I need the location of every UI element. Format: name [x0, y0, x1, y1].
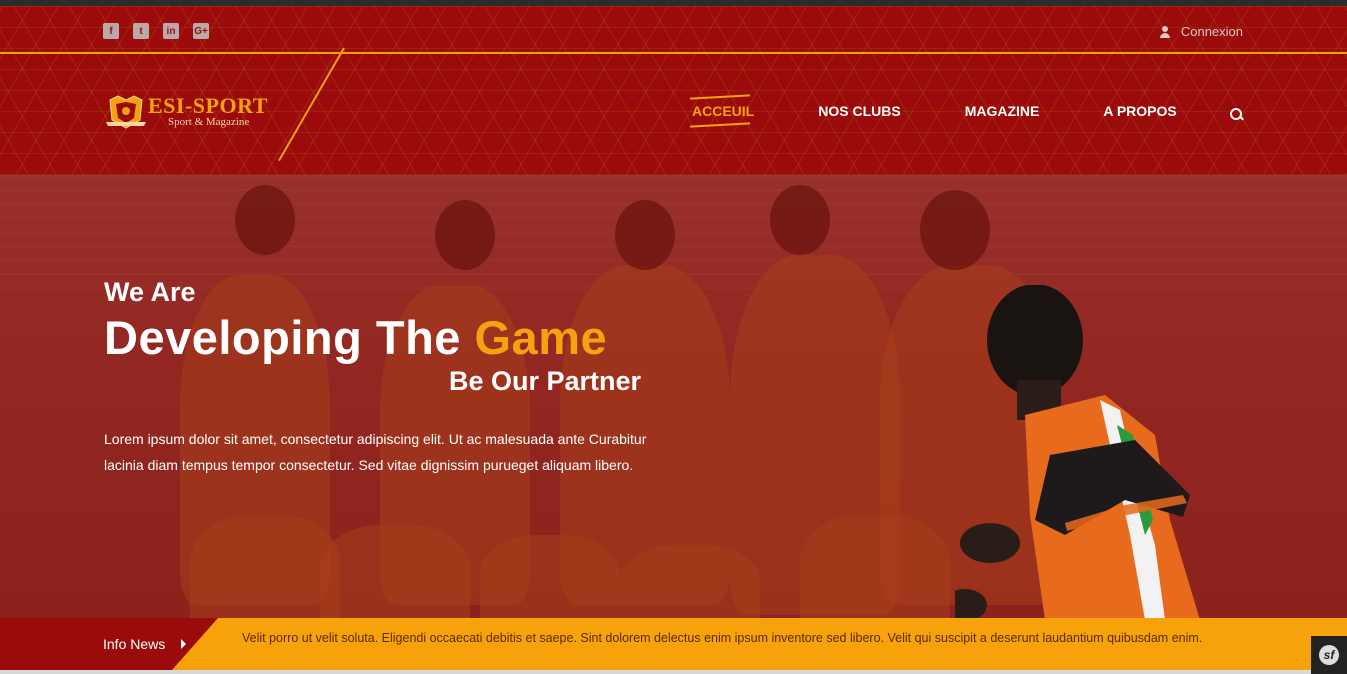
user-icon	[1159, 25, 1171, 38]
logo-text: ESI-SPORT Sport & Magazine	[148, 92, 268, 128]
hero-headline-main: Developing The	[104, 311, 475, 364]
chevron-right-icon	[181, 639, 186, 649]
nav-item-nos-clubs[interactable]: NOS CLUBS	[818, 103, 900, 119]
main-nav: ACCEUIL NOS CLUBS MAGAZINE A PROPOS	[692, 103, 1177, 119]
hero-headline-accent: Game	[474, 311, 608, 364]
ticker-text[interactable]: Velit porro ut velit soluta. Eligendi oc…	[242, 629, 1222, 648]
hero-subheadline: Be Our Partner	[449, 366, 642, 396]
header-divider	[0, 52, 1347, 54]
page-bottom-edge	[0, 670, 1347, 674]
brand-tagline: Sport & Magazine	[168, 115, 250, 128]
nav-item-a-propos[interactable]: A PROPOS	[1103, 103, 1176, 119]
facebook-icon[interactable]: f	[103, 23, 119, 39]
login-link[interactable]: Connexion	[1159, 24, 1243, 39]
googleplus-icon[interactable]: G+	[193, 23, 209, 39]
site-header: f t in G+ Connexion	[0, 6, 1347, 175]
brand-name: ESI-SPORT	[148, 92, 268, 118]
social-links: f t in G+	[103, 23, 209, 39]
symfony-icon: sf	[1319, 645, 1339, 665]
site-logo[interactable]: ESI-SPORT Sport & Magazine	[104, 92, 268, 130]
news-ticker: Info News Velit porro ut velit soluta. E…	[0, 618, 1347, 670]
hero-line-we-are: We Are	[104, 277, 196, 307]
hero-headline: Developing The Game	[104, 310, 607, 365]
hero-description: Lorem ipsum dolor sit amet, consectetur …	[104, 431, 647, 473]
login-label: Connexion	[1180, 24, 1243, 39]
nav-item-magazine[interactable]: MAGAZINE	[965, 103, 1040, 119]
twitter-icon[interactable]: t	[133, 23, 149, 39]
search-icon[interactable]	[1230, 108, 1243, 121]
linkedin-icon[interactable]: in	[163, 23, 179, 39]
ticker-label: Info News	[103, 636, 166, 652]
nav-item-acceuil[interactable]: ACCEUIL	[692, 103, 754, 119]
runner-athlete-image	[955, 285, 1200, 620]
debug-toolbar-toggle[interactable]: sf	[1311, 636, 1347, 674]
crest-icon	[104, 92, 148, 130]
